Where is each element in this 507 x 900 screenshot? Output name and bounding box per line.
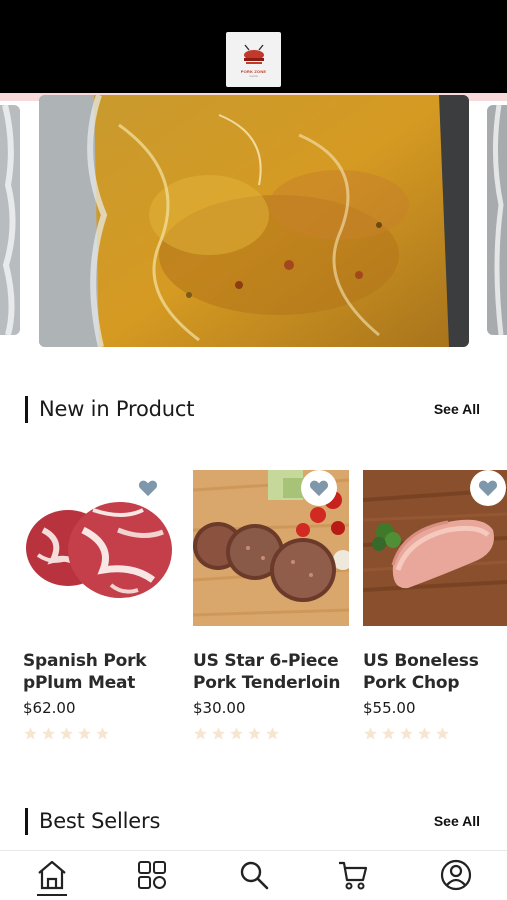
product-card[interactable]: US Boneless Pork Chop $55.00 (363, 470, 507, 741)
search-icon (240, 861, 269, 890)
app-logo[interactable]: PORK ZONE market (226, 32, 281, 87)
bottom-tab-bar (0, 850, 507, 900)
star-icon (400, 727, 413, 740)
carousel-slide-right[interactable] (487, 105, 507, 335)
favorite-button[interactable] (470, 470, 506, 506)
star-icon (24, 727, 37, 740)
heart-icon (309, 480, 329, 497)
tab-search[interactable] (234, 858, 274, 898)
vacuum-pack-image (487, 105, 507, 335)
star-icon (382, 727, 395, 740)
product-card[interactable]: US Star 6-Piece Pork Tenderloin $30.00 (193, 470, 349, 741)
section-title: Best Sellers (39, 809, 161, 833)
best-sellers-header: Best Sellers See All (25, 806, 480, 836)
carousel-slide-main[interactable] (39, 95, 469, 347)
cart-icon (339, 861, 368, 890)
tab-home[interactable] (32, 858, 72, 898)
rating-stars (193, 726, 349, 741)
tab-categories[interactable] (132, 858, 172, 898)
product-price: $30.00 (193, 699, 246, 717)
section-accent-bar (25, 395, 28, 423)
star-icon (194, 727, 207, 740)
star-icon (418, 727, 431, 740)
product-price: $62.00 (23, 699, 76, 717)
marinated-meat-image (39, 95, 469, 347)
favorite-button[interactable] (130, 470, 166, 506)
logo-subtext: market (248, 73, 259, 78)
butcher-logo-icon (243, 44, 264, 64)
star-icon (436, 727, 449, 740)
star-icon (78, 727, 91, 740)
product-name-line1: US Boneless (363, 651, 479, 671)
product-name[interactable]: Spanish Pork pPlum Meat (23, 650, 179, 694)
new-products-header: New in Product See All (25, 394, 480, 424)
rating-stars (23, 726, 179, 741)
home-icon (38, 860, 66, 890)
tab-profile[interactable] (436, 858, 476, 898)
profile-icon (440, 859, 472, 891)
see-all-new-products-link[interactable]: See All (434, 401, 480, 417)
categories-icon (138, 861, 166, 889)
product-name-line2: pPlum Meat (23, 673, 136, 693)
product-image[interactable] (193, 470, 349, 626)
product-name-line1: US Star 6-Piece (193, 651, 339, 671)
product-name[interactable]: US Star 6-Piece Pork Tenderloin (193, 650, 349, 694)
star-icon (230, 727, 243, 740)
active-tab-indicator (37, 894, 67, 896)
new-products-list[interactable]: Spanish Pork pPlum Meat $62.00 US Star 6… (0, 470, 507, 760)
see-all-best-sellers-link[interactable]: See All (434, 813, 480, 829)
heart-icon (478, 480, 498, 497)
top-header: PORK ZONE market (0, 0, 507, 93)
product-name-line2: Pork Chop (363, 673, 460, 693)
carousel-slide-left[interactable] (0, 105, 20, 335)
product-image[interactable] (363, 470, 507, 626)
section-title: New in Product (39, 397, 195, 421)
heart-icon (138, 480, 158, 497)
star-icon (60, 727, 73, 740)
product-name-line1: Spanish Pork (23, 651, 147, 671)
section-accent-bar (25, 807, 28, 835)
rating-stars (363, 726, 507, 741)
star-icon (248, 727, 261, 740)
star-icon (266, 727, 279, 740)
vacuum-pack-image (0, 105, 20, 335)
star-icon (212, 727, 225, 740)
product-name-line2: Pork Tenderloin (193, 673, 341, 693)
star-icon (96, 727, 109, 740)
product-card[interactable]: Spanish Pork pPlum Meat $62.00 (23, 470, 179, 741)
banner-carousel[interactable] (0, 93, 507, 348)
star-icon (364, 727, 377, 740)
tab-cart[interactable] (333, 858, 373, 898)
favorite-button[interactable] (301, 470, 337, 506)
product-image[interactable] (23, 470, 179, 626)
star-icon (42, 727, 55, 740)
product-price: $55.00 (363, 699, 416, 717)
product-name[interactable]: US Boneless Pork Chop (363, 650, 507, 694)
